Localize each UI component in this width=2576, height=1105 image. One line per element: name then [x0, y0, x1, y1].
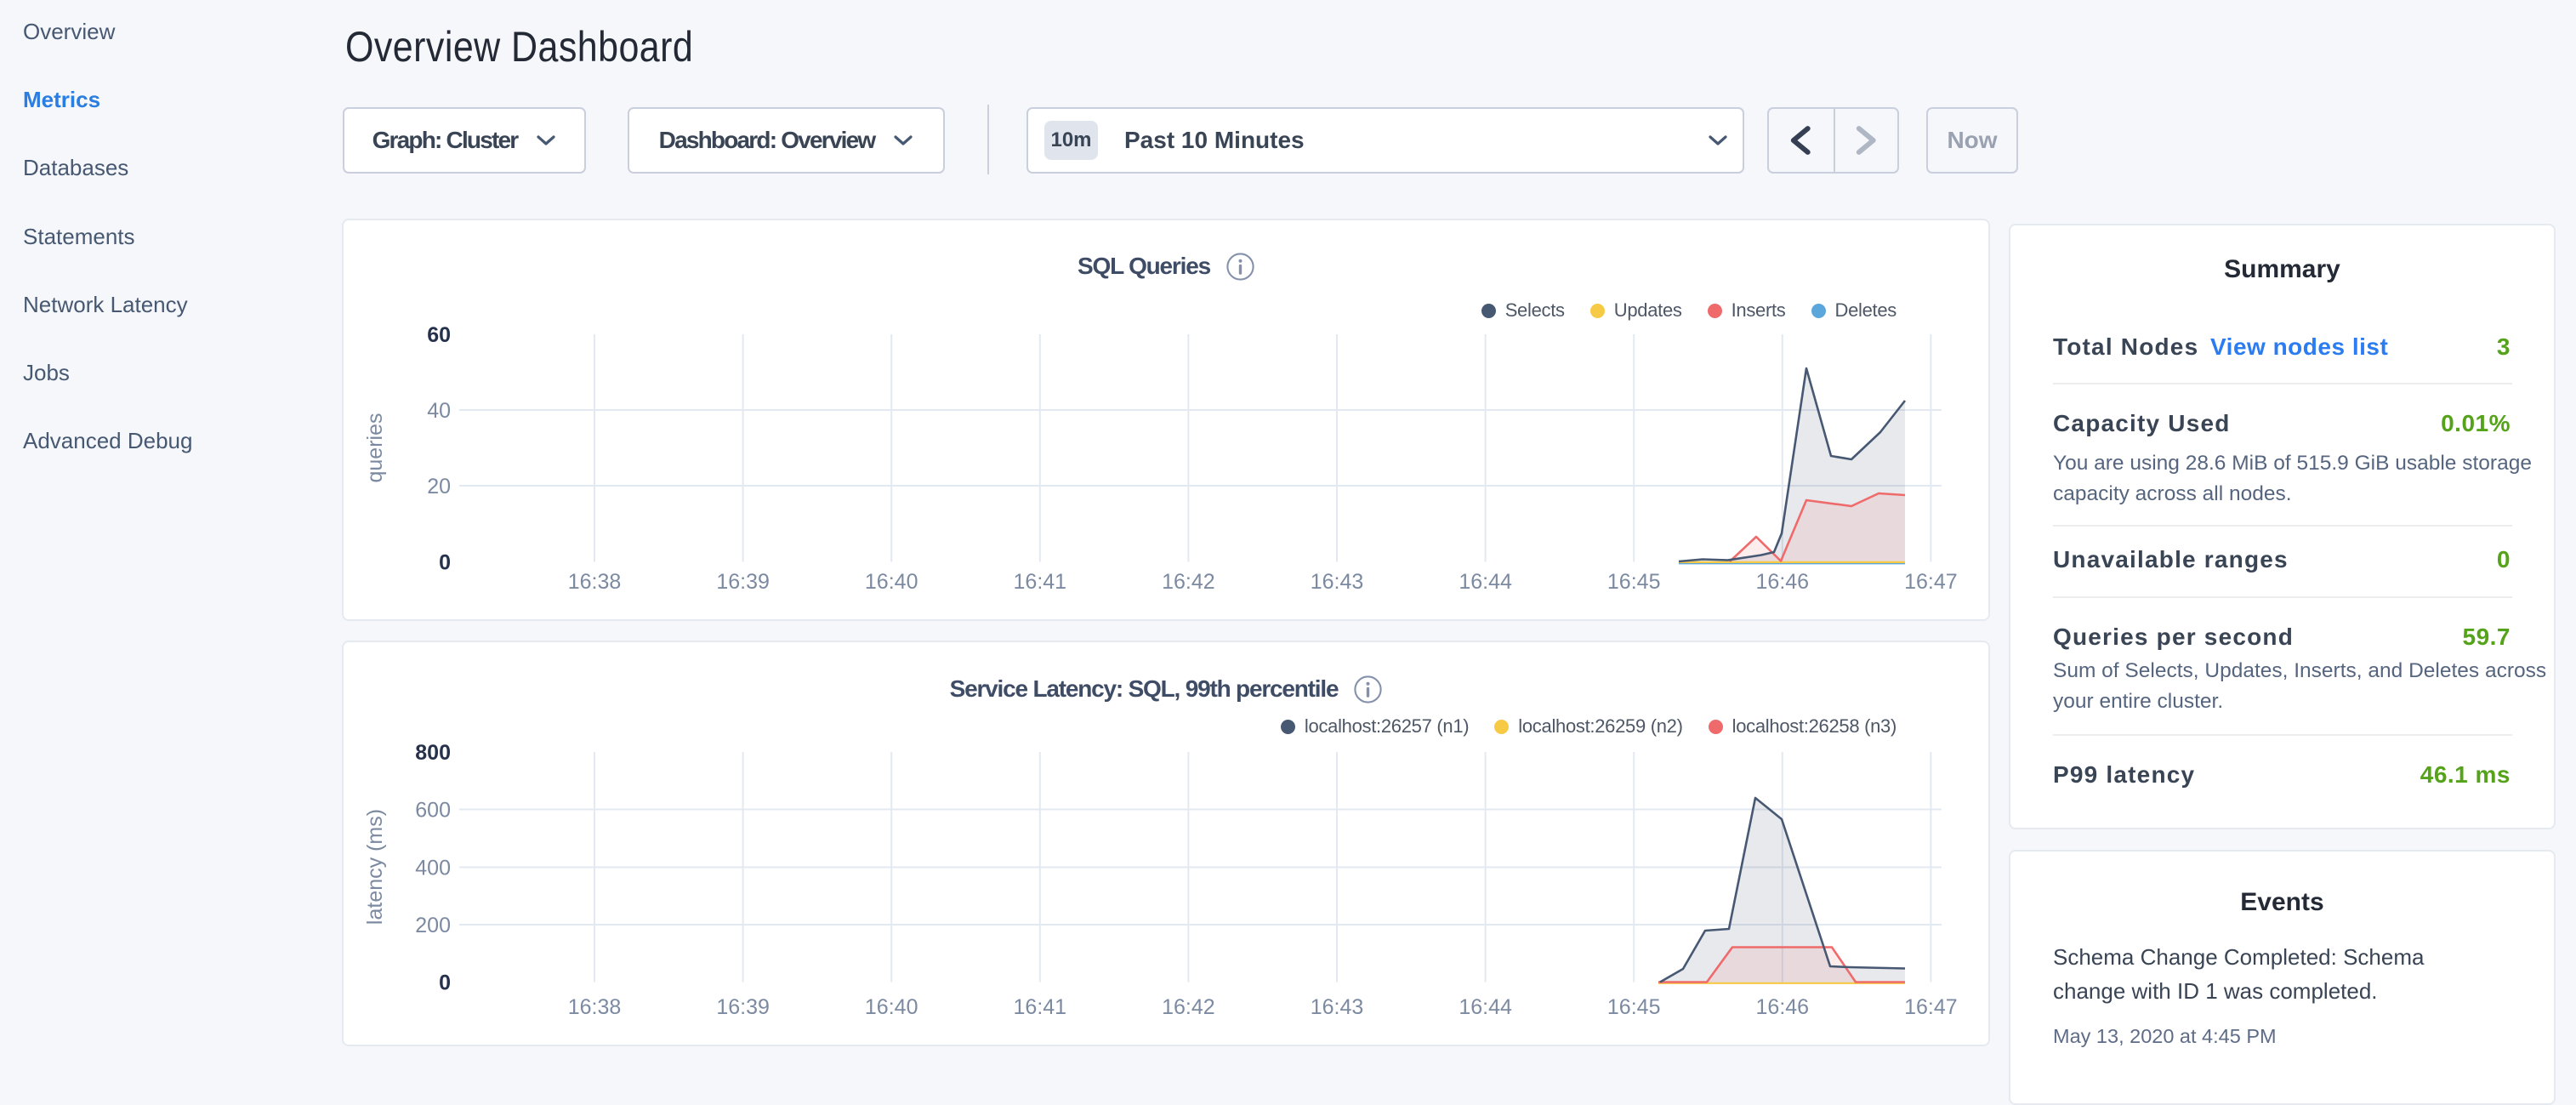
svg-text:16:41: 16:41	[1014, 995, 1067, 1019]
svg-text:16:47: 16:47	[1904, 995, 1958, 1019]
svg-text:16:44: 16:44	[1459, 570, 1512, 594]
svg-text:800: 800	[415, 741, 451, 765]
svg-text:0: 0	[439, 971, 451, 995]
svg-text:16:45: 16:45	[1607, 570, 1661, 594]
svg-text:16:39: 16:39	[716, 995, 770, 1019]
svg-text:0: 0	[439, 551, 451, 575]
svg-text:16:39: 16:39	[716, 570, 770, 594]
svg-text:600: 600	[415, 799, 451, 823]
svg-text:40: 40	[427, 399, 451, 423]
svg-text:16:38: 16:38	[568, 995, 622, 1019]
svg-text:latency (ms): latency (ms)	[363, 809, 387, 925]
svg-text:16:42: 16:42	[1162, 995, 1215, 1019]
svg-text:400: 400	[415, 857, 451, 880]
svg-text:16:45: 16:45	[1607, 995, 1661, 1019]
svg-text:16:46: 16:46	[1756, 995, 1810, 1019]
svg-text:16:40: 16:40	[865, 995, 918, 1019]
svg-text:16:41: 16:41	[1014, 570, 1067, 594]
svg-text:16:43: 16:43	[1311, 570, 1364, 594]
svg-text:16:38: 16:38	[568, 570, 622, 594]
svg-text:16:40: 16:40	[865, 570, 918, 594]
svg-text:20: 20	[427, 475, 451, 498]
svg-text:queries: queries	[363, 413, 387, 483]
svg-text:16:42: 16:42	[1162, 570, 1215, 594]
svg-text:200: 200	[415, 914, 451, 937]
svg-text:16:44: 16:44	[1459, 995, 1512, 1019]
svg-text:60: 60	[427, 323, 451, 347]
svg-text:16:43: 16:43	[1311, 995, 1364, 1019]
svg-text:16:47: 16:47	[1904, 570, 1958, 594]
svg-text:16:46: 16:46	[1756, 570, 1810, 594]
